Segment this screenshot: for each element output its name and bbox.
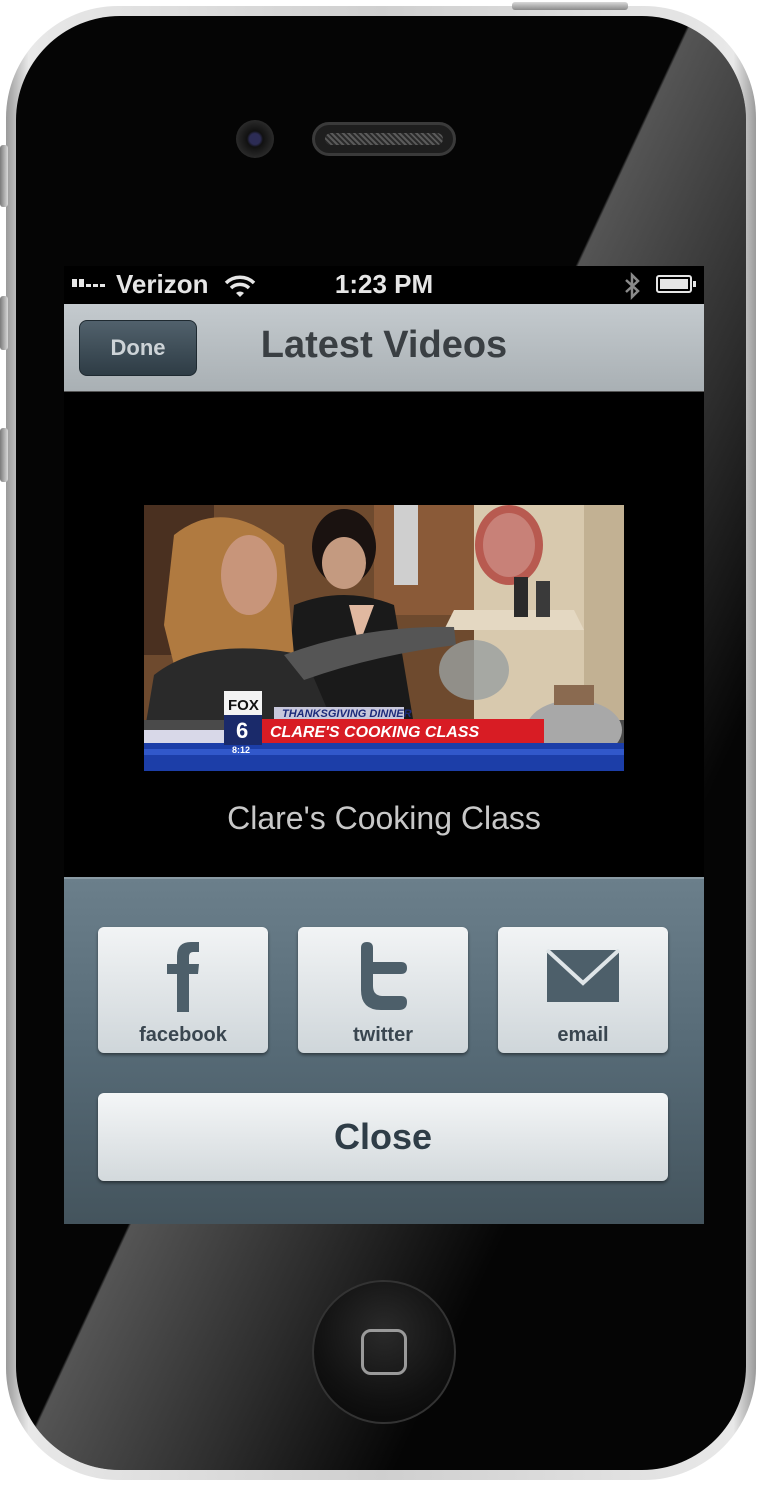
volume-up-button <box>0 296 8 350</box>
power-button <box>512 2 628 10</box>
video-title: Clare's Cooking Class <box>227 800 541 836</box>
navigation-bar: Done Latest Videos <box>64 304 704 392</box>
email-label: email <box>557 1024 609 1046</box>
front-camera <box>236 120 274 158</box>
status-bar: Verizon 1:23 PM <box>64 266 704 304</box>
facebook-label: facebook <box>139 1024 227 1046</box>
screen: Verizon 1:23 PM Done Latest Videos FOX 6… <box>64 266 704 1224</box>
page-title: Latest Videos <box>260 324 508 366</box>
facebook-share-button[interactable]: facebook <box>98 927 268 1053</box>
twitter-icon <box>353 927 413 1024</box>
home-square-icon <box>361 1329 407 1375</box>
thumbnail-channel-number: 6 <box>236 718 248 743</box>
video-area: FOX 6 8:12 THANKSGIVING DINNER CLARE'S C… <box>64 393 704 877</box>
battery-icon <box>656 275 696 293</box>
twitter-label: twitter <box>353 1024 413 1046</box>
share-sheet: facebook twitter email Close <box>64 877 704 1224</box>
thumbnail-headline: CLARE'S COOKING CLASS <box>270 724 479 741</box>
home-button[interactable] <box>312 1280 456 1424</box>
facebook-icon <box>163 927 203 1024</box>
thumbnail-kicker: THANKSGIVING DINNER <box>282 708 412 720</box>
email-share-button[interactable]: email <box>498 927 668 1053</box>
mute-switch <box>0 145 8 207</box>
close-button[interactable]: Close <box>98 1093 668 1181</box>
video-thumbnail[interactable]: FOX 6 8:12 THANKSGIVING DINNER CLARE'S C… <box>144 505 624 771</box>
volume-down-button <box>0 428 8 482</box>
earpiece-speaker <box>312 122 456 156</box>
thumbnail-network-logo: FOX <box>228 697 259 714</box>
twitter-share-button[interactable]: twitter <box>298 927 468 1053</box>
clock: 1:23 PM <box>334 269 434 299</box>
envelope-icon <box>546 927 620 1024</box>
bluetooth-icon <box>622 271 642 307</box>
thumbnail-clock: 8:12 <box>232 745 250 755</box>
